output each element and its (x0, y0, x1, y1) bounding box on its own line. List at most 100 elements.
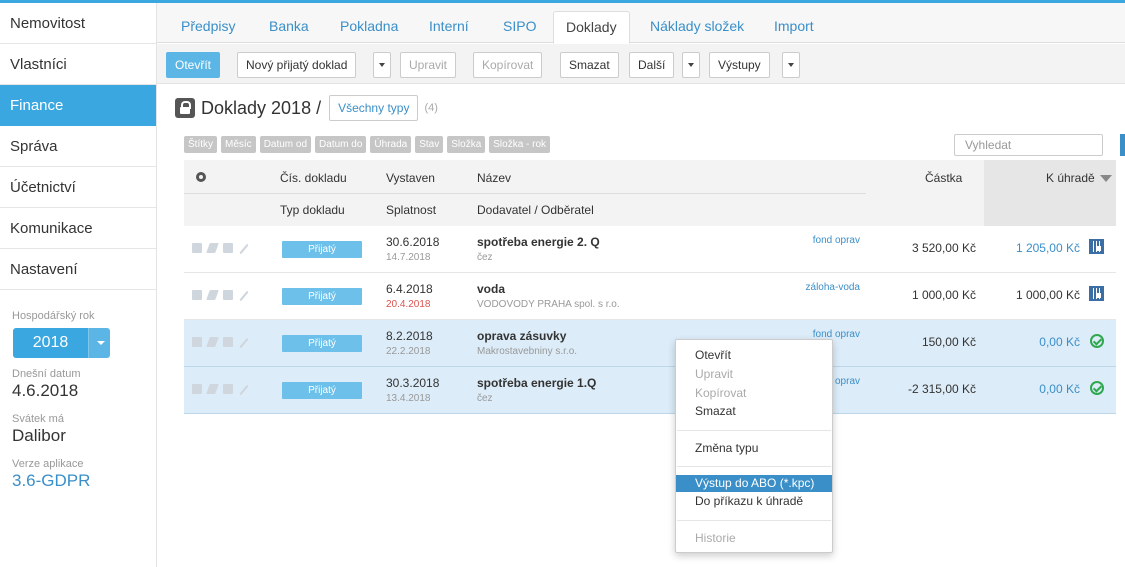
doc-name: spotřeba energie 2. Q (477, 235, 600, 249)
table-row[interactable]: Přijatý 6.4.2018 20.4.2018 voda VODOVODY… (184, 273, 1116, 320)
sidebar: Nemovitost Vlastníci Finance Správa Účet… (0, 3, 157, 567)
nav-nemovitost[interactable]: Nemovitost (0, 3, 156, 44)
nav-finance[interactable]: Finance (0, 85, 156, 126)
fiscal-year-value[interactable]: 2018 (13, 328, 88, 358)
amount-value: -2 315,00 Kč (907, 382, 976, 396)
tag-icon[interactable] (206, 290, 219, 300)
filter-datum-do[interactable]: Datum do (315, 136, 367, 153)
to-pay-value[interactable]: 1 000,00 Kč (1016, 288, 1080, 302)
edit-button[interactable]: Upravit (400, 52, 457, 78)
outputs-button[interactable]: Výstupy (709, 52, 770, 78)
col-party[interactable]: Dodavatel / Odběratel (477, 203, 594, 217)
filter-chips: Štítky Měsíc Datum od Datum do Úhrada St… (184, 136, 551, 153)
briefcase-icon[interactable] (192, 337, 202, 347)
col-amount[interactable]: Částka (925, 171, 962, 185)
filter-mesic[interactable]: Měsíc (221, 136, 256, 153)
ctx-payment-order[interactable]: Do příkazu k úhradě (676, 493, 832, 510)
tag-icon[interactable] (206, 337, 219, 347)
filter-datum-od[interactable]: Datum od (259, 136, 312, 153)
doc-name: oprava zásuvky (477, 329, 567, 343)
more-dropdown-button[interactable] (682, 52, 700, 78)
table-row[interactable]: Přijatý 30.6.2018 14.7.2018 spotřeba ene… (184, 226, 1116, 273)
tab-predpisy[interactable]: Předpisy (169, 11, 247, 43)
open-button[interactable]: Otevřít (166, 52, 221, 78)
tab-import[interactable]: Import (762, 11, 826, 43)
ctx-history[interactable]: Historie (676, 530, 832, 547)
ctx-copy[interactable]: Kopírovat (676, 385, 832, 402)
copy-button[interactable]: Kopírovat (473, 52, 543, 78)
delete-button[interactable]: Smazat (560, 52, 619, 78)
tab-doklady[interactable]: Doklady (553, 11, 630, 44)
col-name[interactable]: Název (477, 171, 511, 185)
search-input[interactable] (954, 134, 1103, 156)
tab-interni[interactable]: Interní (417, 11, 481, 43)
doc-type-filter-button[interactable]: Všechny typy (329, 95, 419, 121)
calendar-icon[interactable] (223, 384, 233, 394)
ctx-open[interactable]: Otevřít (676, 347, 832, 364)
more-button[interactable]: Další (629, 52, 675, 78)
tab-naklady-slozek[interactable]: Náklady složek (638, 11, 756, 43)
qr-code-icon[interactable] (1089, 239, 1104, 254)
page-heading: Doklady 2018 / Všechny typy (4) (175, 94, 438, 122)
pencil-icon[interactable] (239, 384, 249, 396)
nav-komunikace[interactable]: Komunikace (0, 208, 156, 249)
qr-code-icon[interactable] (1089, 286, 1104, 301)
new-received-doc-button[interactable]: Nový přijatý doklad (237, 52, 357, 78)
col-to-pay[interactable]: K úhradě (1046, 171, 1112, 185)
to-pay-value[interactable]: 0,00 Kč (1039, 335, 1080, 349)
folder-tag[interactable]: oprav (835, 376, 860, 387)
pencil-icon[interactable] (239, 337, 249, 349)
filter-stitky[interactable]: Štítky (184, 136, 218, 153)
briefcase-icon[interactable] (192, 290, 202, 300)
nav-sprava[interactable]: Správa (0, 126, 156, 167)
briefcase-icon[interactable] (192, 384, 202, 394)
table-row[interactable]: Přijatý 30.3.2018 13.4.2018 spotřeba ene… (184, 367, 1116, 414)
to-pay-value[interactable]: 0,00 Kč (1039, 382, 1080, 396)
ctx-edit[interactable]: Upravit (676, 366, 832, 383)
pencil-icon[interactable] (239, 243, 249, 255)
fiscal-year-label: Hospodářský rok (12, 310, 95, 322)
col-doc-type[interactable]: Typ dokladu (280, 203, 345, 217)
row-actions (192, 243, 249, 255)
version-link[interactable]: 3.6-GDPR (12, 471, 156, 491)
header-divider (184, 193, 866, 194)
tab-banka[interactable]: Banka (257, 11, 321, 43)
tag-icon[interactable] (206, 243, 219, 253)
briefcase-icon[interactable] (192, 243, 202, 253)
ctx-delete[interactable]: Smazat (676, 403, 832, 420)
col-due[interactable]: Splatnost (386, 203, 436, 217)
filter-slozka[interactable]: Složka (447, 136, 486, 153)
calendar-icon[interactable] (223, 243, 233, 253)
fiscal-year-select[interactable]: 2018 (13, 328, 110, 358)
chevron-down-icon[interactable] (88, 328, 110, 358)
filter-stav[interactable]: Stav (415, 136, 444, 153)
new-doc-dropdown-button[interactable] (373, 52, 391, 78)
ctx-abo-export[interactable]: Výstup do ABO (*.kpc) (676, 475, 832, 492)
table-header: Čís. dokladu Vystaven Název Částka K úhr… (184, 160, 1116, 226)
calendar-icon[interactable] (223, 290, 233, 300)
amount-value: 1 000,00 Kč (911, 288, 976, 302)
sort-desc-icon (1099, 175, 1112, 183)
nav-vlastnici[interactable]: Vlastníci (0, 44, 156, 85)
ctx-change-type[interactable]: Změna typu (676, 440, 832, 457)
filter-slozka-rok[interactable]: Složka - rok (489, 136, 551, 153)
nav-nastaveni[interactable]: Nastavení (0, 249, 156, 290)
table-row[interactable]: Přijatý 8.2.2018 22.2.2018 oprava zásuvk… (184, 320, 1116, 367)
calendar-icon[interactable] (223, 337, 233, 347)
nav-ucetnictvi[interactable]: Účetnictví (0, 167, 156, 208)
pencil-icon[interactable] (239, 290, 249, 302)
col-doc-no[interactable]: Čís. dokladu (280, 171, 347, 185)
outputs-dropdown-button[interactable] (782, 52, 800, 78)
row-actions (192, 290, 249, 302)
col-issued[interactable]: Vystaven (386, 171, 435, 185)
tab-pokladna[interactable]: Pokladna (328, 11, 410, 43)
doc-name: voda (477, 282, 506, 296)
folder-tag[interactable]: fond oprav (813, 235, 860, 246)
folder-tag[interactable]: záloha-voda (806, 282, 860, 293)
tag-icon[interactable] (206, 384, 219, 394)
to-pay-value[interactable]: 1 205,00 Kč (1016, 241, 1080, 255)
filter-uhrada[interactable]: Úhrada (370, 136, 412, 153)
gear-icon[interactable] (196, 172, 206, 182)
toolbar: Otevřít Nový přijatý doklad Upravit Kopí… (157, 44, 1125, 84)
tab-sipo[interactable]: SIPO (491, 11, 548, 43)
